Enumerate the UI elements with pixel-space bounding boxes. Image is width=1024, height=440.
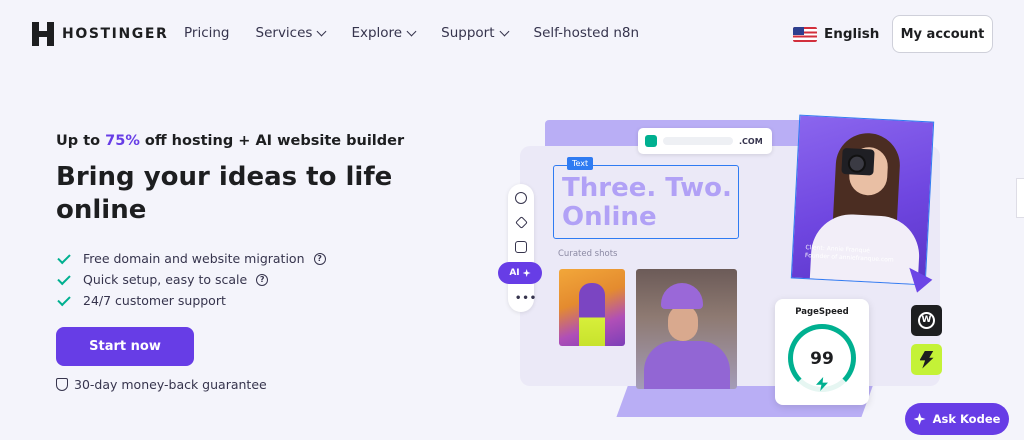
- start-now-button[interactable]: Start now: [56, 327, 194, 366]
- wordpress-icon: W: [918, 312, 935, 329]
- nav-n8n-label: Self-hosted n8n: [533, 25, 640, 41]
- chevron-down-icon: [317, 26, 327, 36]
- builder-toolbar: •••: [508, 184, 538, 312]
- fashion-photo-1: [559, 269, 625, 346]
- sparkle-icon: [913, 413, 926, 425]
- my-account-button[interactable]: My account: [892, 15, 993, 53]
- promo-line: Up to 75% off hosting + AI website build…: [56, 133, 404, 149]
- money-back-guarantee: 30-day money-back guarantee: [56, 377, 267, 392]
- promo-prefix: Up to: [56, 133, 106, 149]
- language-label: English: [824, 26, 880, 42]
- feature-item: Quick setup, easy to scale ?: [57, 269, 326, 290]
- guarantee-text: 30-day money-back guarantee: [74, 377, 267, 392]
- nav-pricing-label: Pricing: [184, 25, 230, 41]
- feature-list: Free domain and website migration ? Quic…: [57, 248, 326, 311]
- curated-label: Curated shots: [558, 249, 618, 259]
- promo-percent: 75%: [105, 133, 140, 149]
- pagespeed-card: PageSpeed 99: [775, 299, 869, 405]
- help-icon[interactable]: ?: [313, 252, 326, 265]
- chevron-down-icon: [499, 26, 509, 36]
- check-icon: [57, 271, 71, 285]
- feature-text: 24/7 customer support: [83, 293, 226, 308]
- hostinger-logo-icon: [32, 22, 54, 46]
- lock-icon: [645, 135, 657, 147]
- main-nav: Pricing Services Explore Support Self-ho…: [184, 25, 639, 41]
- layers-icon: [515, 216, 528, 229]
- brand-name: HOSTINGER: [62, 26, 169, 42]
- domain-bar: .COM: [638, 128, 772, 154]
- domain-tld: .COM: [739, 136, 763, 146]
- side-tab[interactable]: [1016, 178, 1024, 218]
- fashion-photo-2: [636, 269, 737, 389]
- nav-services-label: Services: [255, 25, 313, 41]
- lightning-icon: [919, 350, 934, 369]
- ask-kodee-label: Ask Kodee: [932, 412, 1001, 426]
- help-icon[interactable]: ?: [256, 273, 269, 286]
- site-header: HOSTINGER Pricing Services Explore Suppo…: [0, 0, 1024, 68]
- feature-item: Free domain and website migration ?: [57, 248, 326, 269]
- nav-explore-label: Explore: [351, 25, 403, 41]
- nav-support[interactable]: Support: [441, 25, 509, 41]
- check-icon: [57, 292, 71, 306]
- litespeed-badge: [911, 344, 942, 375]
- us-flag-icon: [793, 26, 817, 42]
- more-icon: •••: [515, 293, 538, 304]
- feature-text: Free domain and website migration: [83, 251, 305, 266]
- nav-support-label: Support: [441, 25, 495, 41]
- sparkle-icon: [522, 269, 531, 277]
- nav-explore[interactable]: Explore: [351, 25, 417, 41]
- ai-label: AI: [509, 268, 520, 278]
- text-tag: Text: [567, 157, 594, 170]
- nav-services[interactable]: Services: [255, 25, 327, 41]
- chevron-down-icon: [406, 26, 417, 36]
- nav-self-hosted-n8n[interactable]: Self-hosted n8n: [534, 25, 640, 41]
- style-icon: [515, 241, 527, 253]
- sample-heading: Three. Two. Online: [562, 173, 732, 232]
- add-icon: [515, 192, 527, 204]
- photographer-portrait: Client: Annie Franqué Founder of anniefr…: [790, 114, 935, 286]
- feature-text: Quick setup, easy to scale: [83, 272, 248, 287]
- hostinger-logo[interactable]: HOSTINGER: [32, 22, 168, 46]
- ask-kodee-button[interactable]: Ask Kodee: [905, 403, 1009, 435]
- check-icon: [57, 250, 71, 264]
- shield-icon: [56, 378, 68, 391]
- pagespeed-title: PageSpeed: [795, 307, 849, 317]
- hero-headline: Bring your ideas to life online: [56, 162, 393, 225]
- domain-placeholder: [663, 137, 733, 145]
- feature-item: 24/7 customer support: [57, 290, 326, 311]
- pagespeed-score: 99: [810, 349, 834, 369]
- wordpress-badge: W: [911, 305, 942, 336]
- nav-pricing[interactable]: Pricing: [184, 25, 230, 41]
- promo-suffix: off hosting + AI website builder: [139, 133, 405, 149]
- ai-badge: AI: [498, 262, 542, 284]
- language-selector[interactable]: English: [793, 26, 879, 42]
